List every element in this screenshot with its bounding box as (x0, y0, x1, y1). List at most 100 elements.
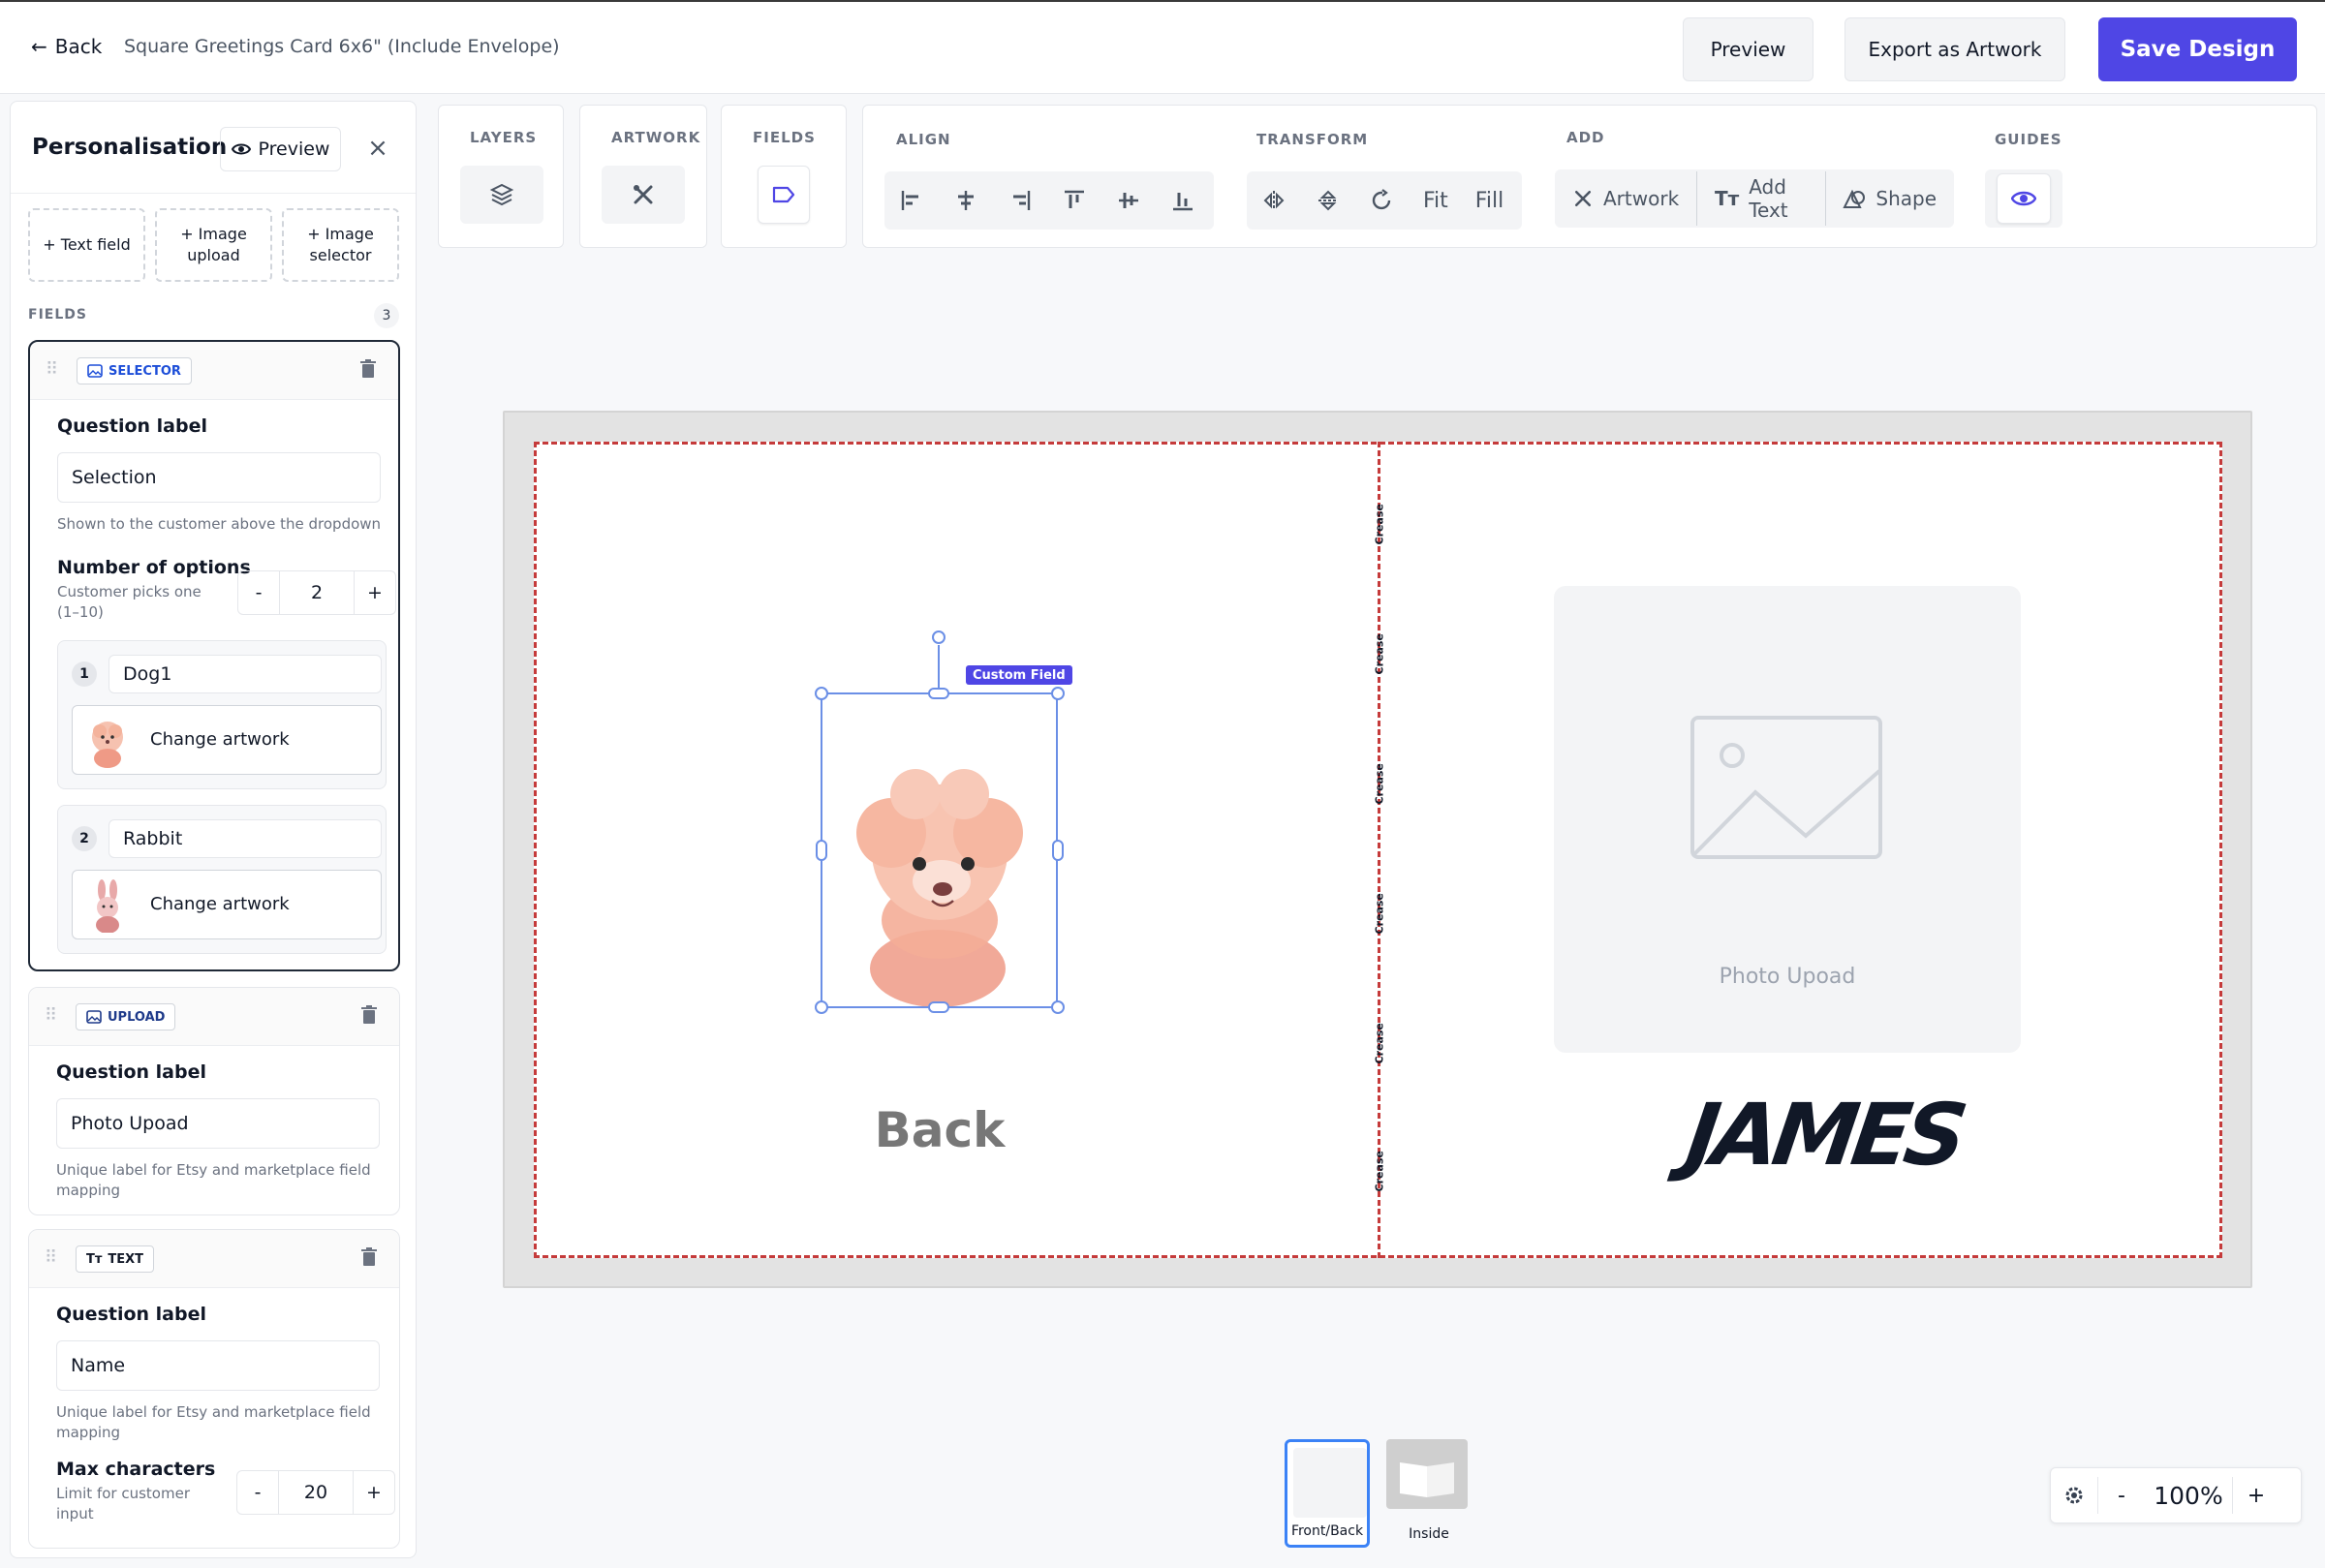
max-characters-hint: Limit for customer input (56, 1485, 190, 1522)
align-left-icon[interactable] (884, 171, 939, 230)
eye-icon (231, 143, 251, 155)
add-image-upload-button[interactable]: + Image upload (155, 208, 272, 282)
card-header: ⠿ Tт TEXT (29, 1230, 399, 1288)
panel-preview-button[interactable]: Preview (220, 127, 341, 171)
rabbit-thumbnail (96, 879, 119, 933)
resize-handle[interactable] (928, 1001, 949, 1013)
trash-icon[interactable] (360, 1247, 378, 1267)
decrement-button[interactable]: - (238, 571, 279, 614)
page-thumb-front-back[interactable]: Front/Back (1285, 1439, 1370, 1548)
flip-horizontal-icon[interactable] (1247, 171, 1301, 230)
max-characters-value[interactable]: 20 (278, 1471, 354, 1514)
selector-field-card[interactable]: ⠿ SELECTOR Question label Selection Show… (28, 340, 400, 971)
zoom-out-button[interactable]: - (2098, 1467, 2145, 1523)
resize-handle[interactable] (928, 688, 949, 699)
decrement-button[interactable]: - (237, 1471, 278, 1514)
export-artwork-button[interactable]: Export as Artwork (1844, 17, 2065, 81)
option-item: 2 Rabbit Change artwork (57, 805, 387, 954)
flip-vertical-icon[interactable] (1301, 171, 1355, 230)
open-card-icon (1400, 1462, 1454, 1497)
arrow-left-icon: ← (31, 35, 47, 58)
drag-handle-icon[interactable]: ⠿ (45, 1247, 58, 1268)
resize-handle[interactable] (816, 840, 827, 861)
resize-handle[interactable] (1052, 840, 1064, 861)
option-name-input[interactable]: Dog1 (108, 655, 382, 693)
add-text-field-button[interactable]: + Text field (28, 208, 145, 282)
increment-button[interactable]: + (354, 1471, 394, 1514)
selection-box[interactable] (821, 692, 1058, 1008)
transform-tools: Fit Fill (1247, 171, 1522, 230)
change-artwork-button[interactable]: Change artwork (72, 705, 382, 775)
save-design-button[interactable]: Save Design (2098, 17, 2297, 81)
add-text-button[interactable]: Tт Add Text (1697, 169, 1825, 228)
fields-count-badge: 3 (374, 303, 399, 328)
increment-button[interactable]: + (355, 571, 395, 614)
tag-icon (772, 186, 795, 203)
preview-button[interactable]: Preview (1683, 17, 1814, 81)
panel-header: Personalisation Preview × (11, 102, 416, 194)
page-thumb-image (1386, 1439, 1468, 1509)
question-label-input[interactable]: Name (56, 1340, 380, 1391)
num-options-label: Number of options (57, 557, 251, 578)
resize-handle[interactable] (815, 1000, 828, 1014)
image-icon (86, 1010, 102, 1024)
option-name-input[interactable]: Rabbit (108, 819, 382, 858)
align-top-icon[interactable] (1047, 171, 1101, 230)
align-middle-v-icon[interactable] (1101, 171, 1156, 230)
guides-toggle[interactable] (1997, 173, 2051, 224)
rotation-handle[interactable] (932, 630, 946, 644)
option-number: 2 (72, 826, 97, 851)
crease-label: Crease (1373, 1151, 1386, 1192)
upload-type-chip: UPLOAD (76, 1003, 176, 1030)
card-header: ⠿ SELECTOR (30, 342, 398, 400)
crease-label: Crease (1373, 1023, 1386, 1064)
add-shape-button[interactable]: Shape (1825, 169, 1954, 228)
trash-icon[interactable] (360, 1005, 378, 1025)
card-header: ⠿ UPLOAD (29, 988, 399, 1046)
align-center-h-icon[interactable] (939, 171, 993, 230)
add-image-selector-button[interactable]: + Image selector (282, 208, 399, 282)
settings-gear-icon[interactable] (2051, 1467, 2097, 1523)
close-icon[interactable]: × (363, 131, 392, 166)
resize-handle[interactable] (815, 687, 828, 700)
page-thumb-inside[interactable]: Inside (1386, 1439, 1472, 1548)
trash-icon[interactable] (359, 359, 377, 379)
upload-field-card[interactable]: ⠿ UPLOAD Question label Photo Upoad Uniq… (28, 987, 400, 1215)
question-label-heading: Question label (57, 415, 207, 437)
crease-guide (1378, 442, 1380, 1258)
add-artwork-button[interactable]: Artwork (1555, 169, 1696, 228)
num-options-stepper[interactable]: - 2 + (237, 570, 396, 615)
back-text[interactable]: Back (852, 1102, 1027, 1158)
question-label-input[interactable]: Photo Upoad (56, 1098, 380, 1149)
zoom-in-button[interactable]: + (2233, 1467, 2279, 1523)
top-bar: ← Back Square Greetings Card 6x6" (Inclu… (0, 0, 2325, 94)
drag-handle-icon[interactable]: ⠿ (46, 359, 59, 380)
fill-button[interactable]: Fill (1462, 189, 1517, 213)
name-text-element[interactable]: JAMES (1681, 1085, 1968, 1184)
artwork-button[interactable] (602, 166, 685, 224)
resize-handle[interactable] (1051, 1000, 1065, 1014)
align-right-icon[interactable] (993, 171, 1047, 230)
artwork-group: ARTWORK (579, 105, 707, 248)
change-artwork-button[interactable]: Change artwork (72, 870, 382, 939)
resize-handle[interactable] (1051, 687, 1065, 700)
layers-button[interactable] (460, 166, 543, 224)
question-hint: Unique label for Etsy and marketplace fi… (56, 1403, 371, 1441)
shapes-icon (1843, 189, 1866, 208)
question-label-input[interactable]: Selection (57, 452, 381, 503)
back-link[interactable]: ← Back (31, 35, 102, 58)
num-options-value[interactable]: 2 (279, 571, 355, 614)
fit-button[interactable]: Fit (1410, 189, 1462, 213)
align-bottom-icon[interactable] (1156, 171, 1210, 230)
personalisation-panel: Personalisation Preview × + Text field +… (10, 101, 417, 1558)
question-label-heading: Question label (56, 1061, 206, 1083)
fields-button[interactable] (758, 166, 810, 224)
custom-field-tag: Custom Field (966, 665, 1072, 685)
add-tools: Artwork Tт Add Text Shape (1555, 169, 1954, 228)
rotate-icon[interactable] (1355, 171, 1410, 230)
text-field-card[interactable]: ⠿ Tт TEXT Question label Name Unique lab… (28, 1229, 400, 1549)
image-placeholder-icon (1690, 716, 1882, 859)
drag-handle-icon[interactable]: ⠿ (45, 1005, 58, 1026)
max-characters-stepper[interactable]: - 20 + (236, 1470, 395, 1515)
panel-title: Personalisation (32, 135, 228, 160)
